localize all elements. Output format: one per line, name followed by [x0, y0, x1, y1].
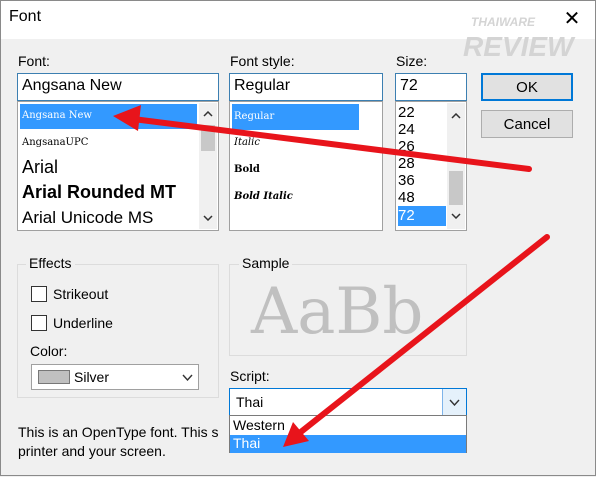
- font-list-scrollbar[interactable]: [199, 103, 217, 229]
- font-style-item-regular[interactable]: Regular: [232, 104, 359, 130]
- font-style-input[interactable]: Regular: [229, 73, 383, 101]
- window-title: Font: [9, 8, 42, 25]
- script-dropdown: Western Thai: [229, 415, 467, 453]
- size-item-28[interactable]: 28: [398, 155, 446, 172]
- font-style-item-bold-italic[interactable]: Bold Italic: [232, 188, 359, 210]
- font-description-line-2: printer and your screen.: [18, 443, 166, 459]
- sample-preview: AaBb: [241, 273, 457, 351]
- script-value: Thai: [236, 394, 264, 410]
- font-description-line-1: This is an OpenType font. This s: [18, 424, 219, 440]
- script-option-thai[interactable]: Thai: [230, 435, 466, 453]
- font-style-item-italic[interactable]: Italic: [232, 134, 359, 156]
- color-label: Color:: [30, 343, 68, 359]
- sample-title: Sample: [239, 255, 293, 271]
- font-name-value: Angsana New: [22, 77, 122, 94]
- script-option-western[interactable]: Western: [230, 417, 466, 435]
- font-list-item-arial[interactable]: Arial: [20, 157, 197, 183]
- cancel-button[interactable]: Cancel: [481, 110, 573, 138]
- underline-checkbox[interactable]: [31, 315, 47, 331]
- watermark-logo: THAIWARE REVIEW: [463, 15, 574, 62]
- size-item-36[interactable]: 36: [398, 172, 446, 189]
- font-description: This is an OpenType font. This s printer…: [18, 423, 219, 461]
- chevron-down-icon[interactable]: [447, 207, 465, 225]
- font-list-item-arial-rounded-mt[interactable]: Arial Rounded MT: [20, 182, 197, 208]
- font-list-item-arial-unicode-ms[interactable]: Arial Unicode MS: [20, 208, 197, 230]
- color-swatch: [38, 370, 70, 384]
- font-list-item-angsana-new[interactable]: Angsana New: [20, 104, 197, 129]
- chevron-up-icon[interactable]: [447, 107, 465, 125]
- chevron-up-icon[interactable]: [199, 105, 217, 123]
- font-style-list[interactable]: Regular Italic Bold Bold Italic: [229, 101, 383, 231]
- chevron-down-icon[interactable]: [199, 209, 217, 227]
- strikeout-label: Strikeout: [53, 286, 109, 302]
- font-list-scroll-thumb[interactable]: [201, 125, 215, 151]
- size-label: Size:: [396, 53, 428, 69]
- script-label: Script:: [230, 368, 270, 384]
- font-style-item-bold[interactable]: Bold: [232, 161, 359, 183]
- font-dialog: Font ✕ THAIWARE REVIEW Font: Angsana New…: [0, 0, 596, 476]
- size-value: 72: [400, 77, 418, 94]
- size-item-24[interactable]: 24: [398, 121, 446, 138]
- size-item-48[interactable]: 48: [398, 189, 446, 206]
- size-item-22[interactable]: 22: [398, 104, 446, 121]
- font-label: Font:: [18, 53, 50, 69]
- color-value: Silver: [74, 369, 110, 385]
- chevron-down-icon[interactable]: [442, 389, 466, 415]
- size-list[interactable]: 22 24 26 28 36 48 72: [395, 101, 467, 231]
- strikeout-checkbox[interactable]: [31, 286, 47, 302]
- ok-button[interactable]: OK: [481, 73, 573, 101]
- font-list-item-angsanaupc[interactable]: AngsanaUPC: [20, 132, 197, 156]
- font-style-value: Regular: [234, 77, 291, 94]
- font-style-label: Font style:: [230, 53, 295, 69]
- script-select[interactable]: Thai: [229, 388, 467, 416]
- font-name-input[interactable]: Angsana New: [17, 73, 219, 101]
- color-select[interactable]: Silver: [31, 364, 199, 390]
- sample-text: AaBb: [251, 275, 424, 349]
- effects-title: Effects: [26, 255, 75, 271]
- size-list-scrollbar[interactable]: [447, 103, 465, 229]
- chevron-down-icon[interactable]: [176, 365, 198, 389]
- size-item-26[interactable]: 26: [398, 138, 446, 155]
- font-list[interactable]: Angsana New AngsanaUPC Arial Arial Round…: [17, 101, 219, 231]
- size-item-72[interactable]: 72: [398, 206, 446, 226]
- underline-label: Underline: [53, 315, 113, 331]
- size-input[interactable]: 72: [395, 73, 467, 101]
- size-list-scroll-thumb[interactable]: [449, 171, 463, 205]
